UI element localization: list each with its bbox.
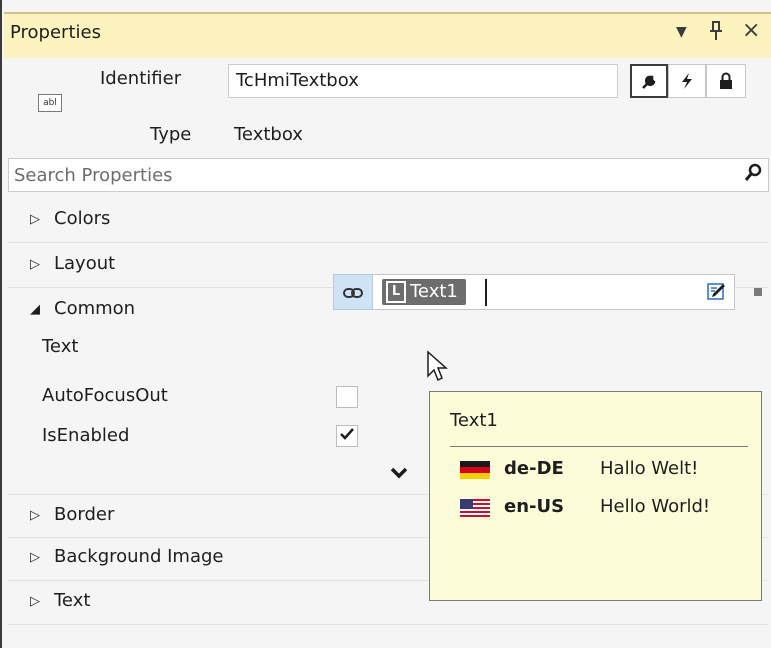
tooltip-title: Text1 [450,410,498,431]
edit-icon[interactable] [706,281,728,303]
search-input[interactable] [9,159,719,191]
binding-button[interactable] [333,274,373,310]
type-label: Type [150,124,192,145]
search-box [8,158,769,192]
close-icon[interactable]: × [742,18,760,43]
panel-titlebar: Properties ▼ × [4,12,771,58]
category-colors[interactable]: ▷ Colors [8,199,769,243]
check-icon [340,428,354,440]
localized-text-key: Text1 [410,281,458,302]
localized-text-chip[interactable]: L Text1 [382,279,466,305]
category-label: Text [54,590,91,611]
property-autofocusout-label: AutoFocusOut [42,385,168,406]
expand-arrow-icon: ▷ [30,550,40,565]
tooltip-lang: en-US [504,496,565,517]
autofocusout-checkbox[interactable] [336,386,358,408]
localization-tooltip: Text1 de-DE Hallo Welt! en-US Hello Worl… [429,391,762,601]
tooltip-row-de: de-DE Hallo Welt! [460,458,750,484]
text-property-input[interactable]: L Text1 [373,274,735,310]
germany-flag-icon [460,461,490,479]
identifier-label: Identifier [100,68,182,89]
type-value: Textbox [234,124,303,145]
property-reset-marker[interactable] [754,288,762,296]
dropdown-icon[interactable]: ▼ [676,24,687,40]
control-type-icon: abl [38,94,62,112]
panel-title: Properties [10,22,101,43]
link-icon [343,287,363,298]
mouse-cursor-icon [427,350,448,382]
tooltip-value: Hallo Welt! [600,458,699,479]
text-caret [485,279,487,306]
isenabled-checkbox[interactable] [336,425,358,447]
wrench-icon [642,75,656,89]
property-text-label: Text [42,336,79,357]
category-label: Colors [54,208,111,229]
category-label: Border [54,504,115,525]
lock-icon [720,72,732,89]
collapse-arrow-icon: ◢ [30,302,40,317]
lightning-icon [682,73,692,89]
category-label: Background Image [54,546,224,567]
us-flag-icon [460,499,490,517]
tooltip-row-en: en-US Hello World! [460,496,750,522]
identifier-input[interactable]: TcHmiTextbox [228,64,618,98]
properties-panel: Properties ▼ × abl Identifier TcHmiTextb… [0,0,771,648]
events-mode-button[interactable] [668,64,706,98]
tooltip-value: Hello World! [600,496,711,517]
expand-arrow-icon: ▷ [30,212,40,227]
permissions-mode-button[interactable] [706,64,746,98]
properties-mode-button[interactable] [630,64,668,98]
expand-arrow-icon: ▷ [30,257,40,272]
category-label: Layout [54,253,116,274]
category-label: Common [54,298,136,319]
search-icon[interactable] [744,163,762,188]
tooltip-divider [450,446,748,447]
tooltip-lang: de-DE [504,458,564,479]
pin-icon[interactable] [709,21,723,46]
expand-arrow-icon: ▷ [30,594,40,609]
localization-icon: L [386,281,406,303]
expand-arrow-icon: ▷ [30,508,40,523]
expand-more-icon[interactable] [390,460,408,484]
property-isenabled-label: IsEnabled [42,425,130,446]
